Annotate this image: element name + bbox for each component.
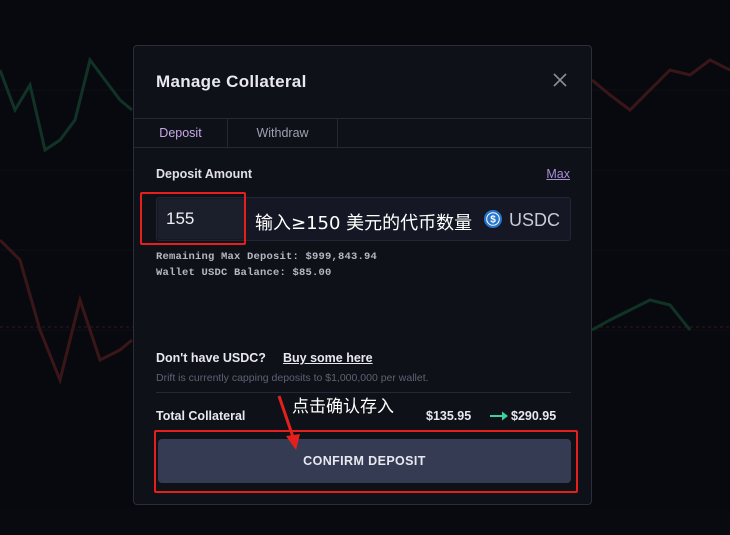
annotation-hint: 输入≥150 美元的代币数量 xyxy=(255,213,473,234)
deposit-cap-note: Drift is currently capping deposits to $… xyxy=(156,372,429,384)
total-collateral-old: $135.95 xyxy=(426,409,472,423)
close-icon[interactable] xyxy=(551,71,569,89)
arrow-right-icon xyxy=(490,411,508,421)
tab-bar: Deposit Withdraw xyxy=(134,118,591,148)
buy-usdc-link[interactable]: Buy some here xyxy=(283,351,373,365)
usdc-icon: $ xyxy=(484,210,502,228)
annotation-box-button xyxy=(154,430,578,493)
annotation-confirm-text: 点击确认存入 xyxy=(292,397,394,417)
total-collateral-label: Total Collateral xyxy=(156,409,246,423)
tab-deposit[interactable]: Deposit xyxy=(134,119,228,147)
tab-withdraw[interactable]: Withdraw xyxy=(228,119,338,147)
deposit-amount-label: Deposit Amount xyxy=(156,167,253,181)
annotation-arrow-icon xyxy=(277,395,300,450)
max-link[interactable]: Max xyxy=(546,167,570,181)
token-label: USDC xyxy=(509,210,561,230)
annotation-box-input xyxy=(140,192,246,245)
remaining-max-deposit: Remaining Max Deposit: $999,843.94 xyxy=(156,251,378,263)
total-collateral-new: $290.95 xyxy=(511,409,557,423)
modal-title: Manage Collateral xyxy=(156,72,307,91)
wallet-balance: Wallet USDC Balance: $85.00 xyxy=(156,267,332,279)
dont-have-usdc-text: Don't have USDC? xyxy=(156,351,266,365)
svg-text:$: $ xyxy=(490,215,496,226)
